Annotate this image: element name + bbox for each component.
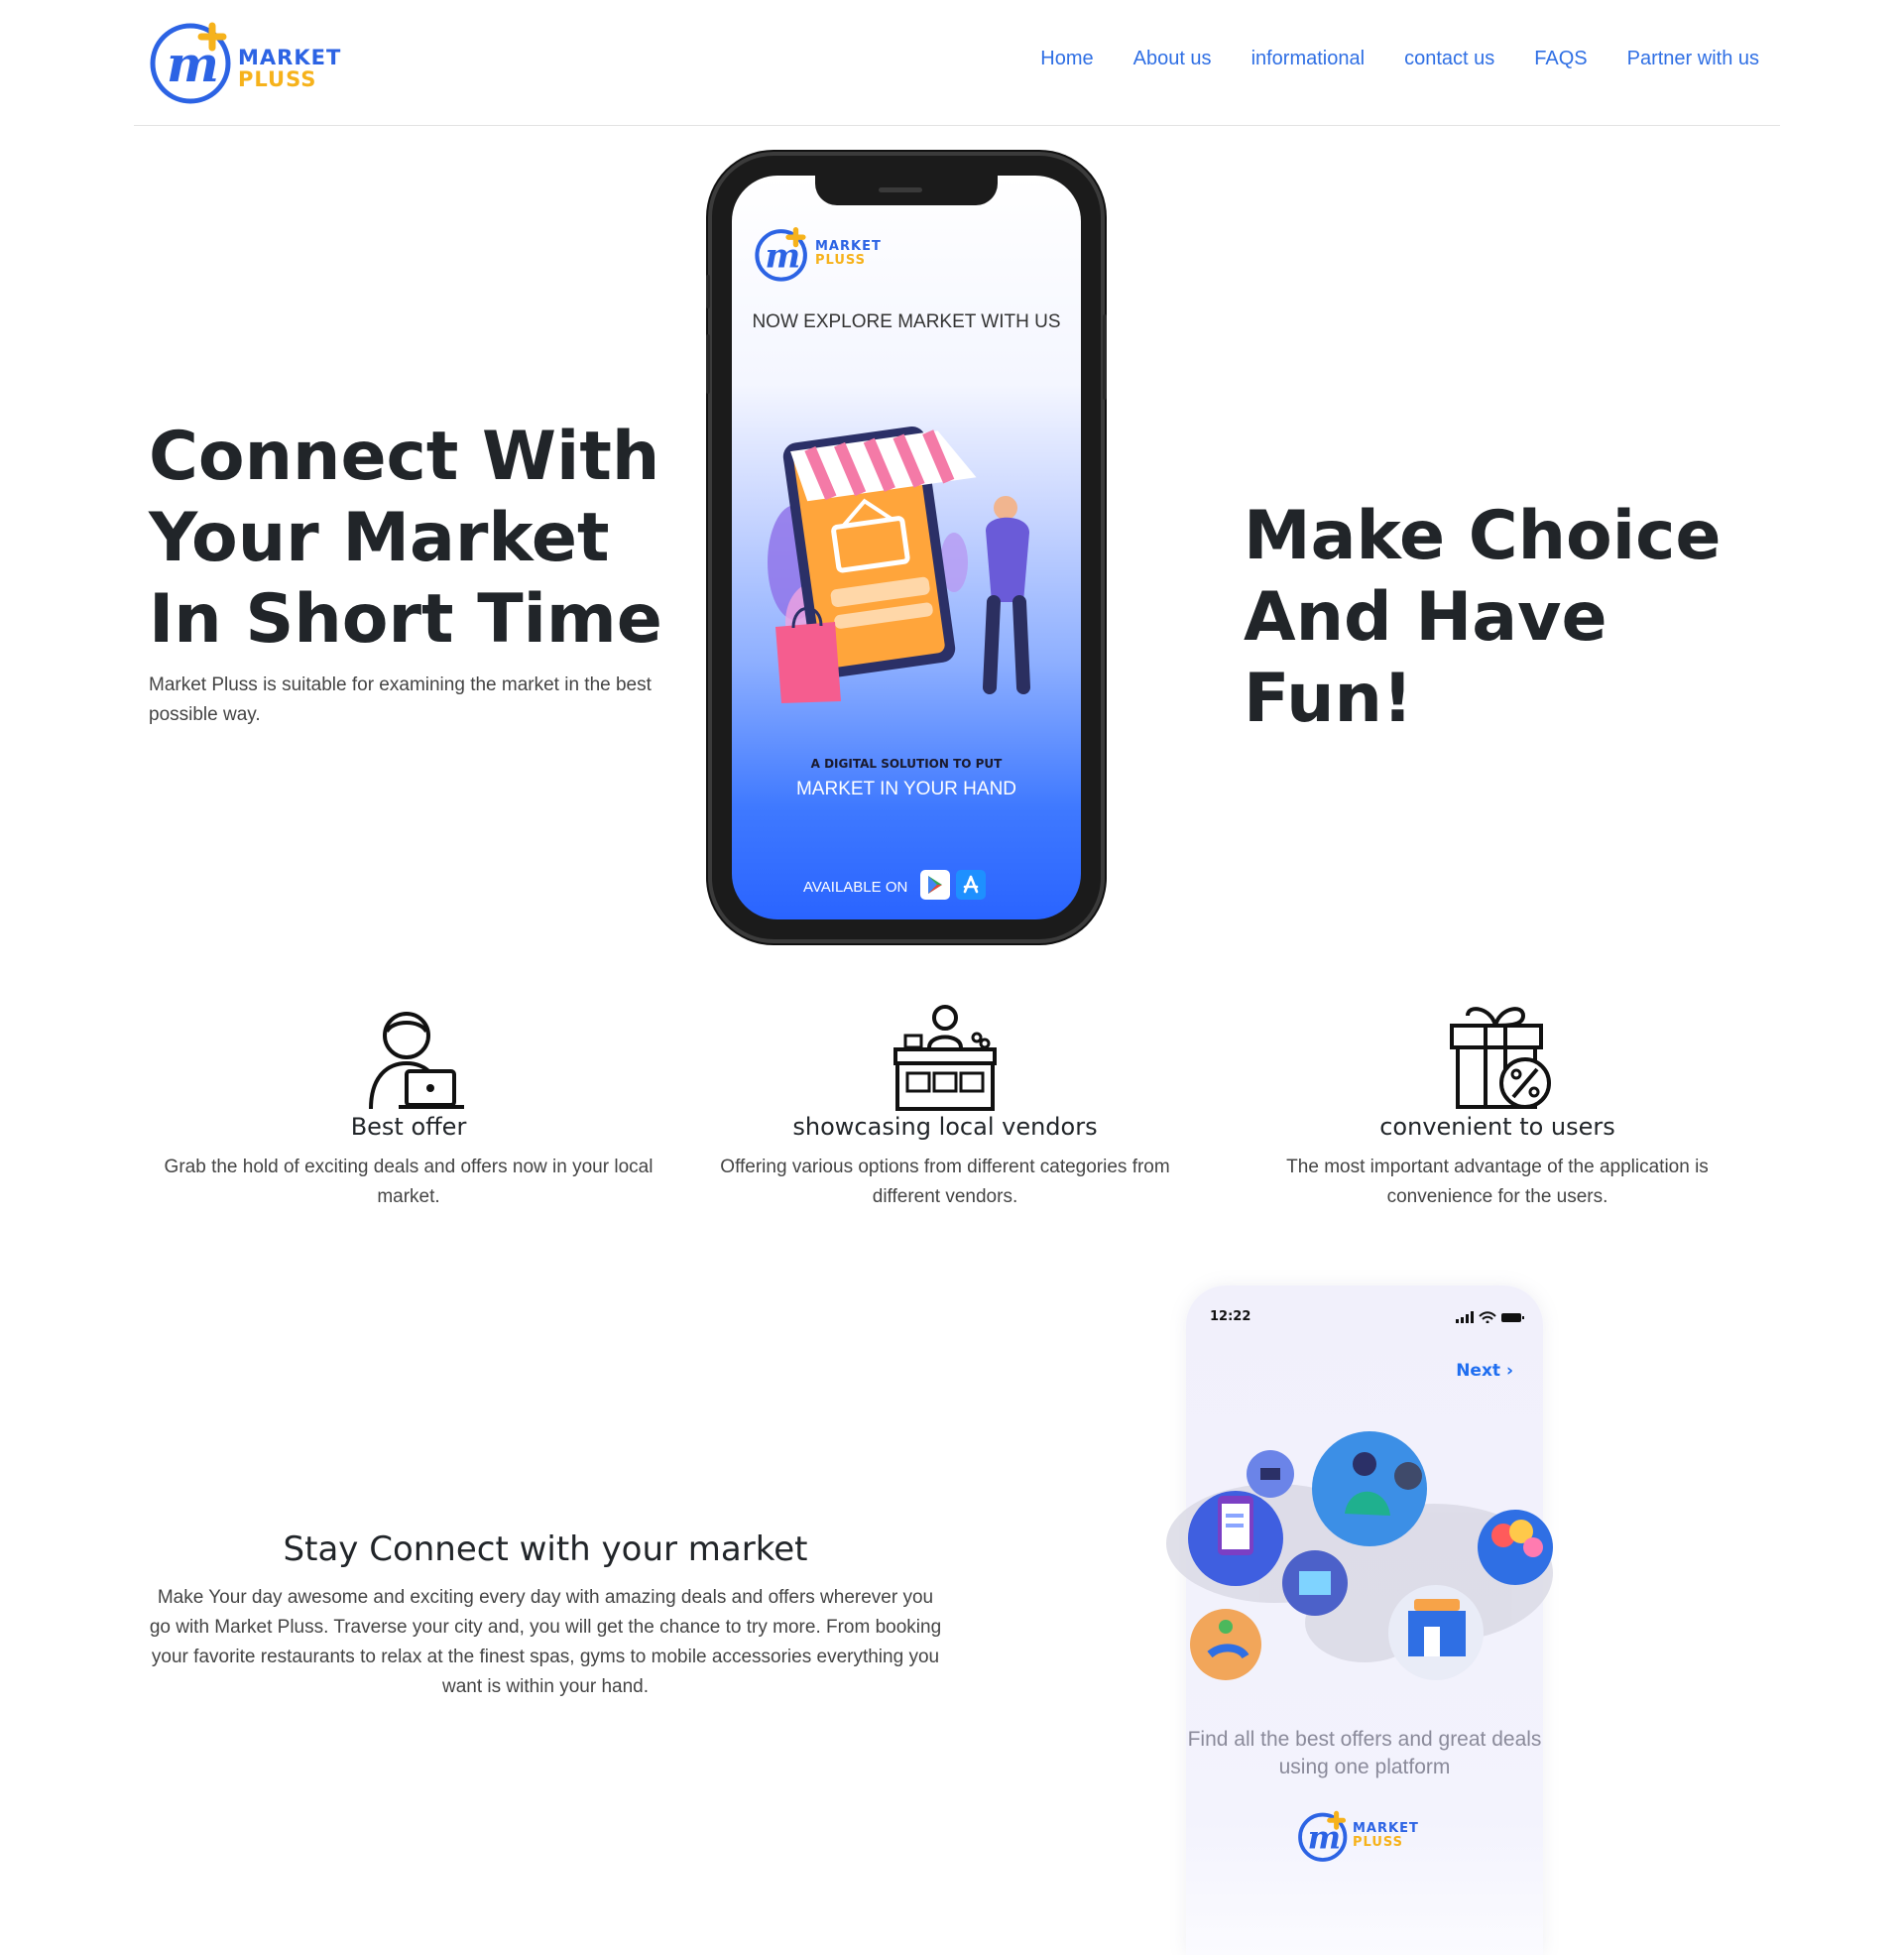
world-map-services-illustration	[1166, 1431, 1553, 1680]
app-store-icon[interactable]	[956, 870, 986, 900]
stay-connected-title: Stay Connect with your market	[283, 1529, 808, 1569]
support-agent-icon	[369, 1012, 464, 1110]
feature-title: Best offer	[350, 1113, 467, 1141]
nav-home[interactable]: Home	[1040, 48, 1093, 70]
next-label: Next	[1456, 1361, 1501, 1381]
main-nav: Home About us informational contact us F…	[1040, 48, 1759, 70]
phone-logo-text-top: MARKET	[815, 239, 882, 254]
brand-logo[interactable]: m MARKET PLUSS	[147, 16, 355, 107]
phone-side-button	[1103, 314, 1107, 400]
phone-headline: NOW EXPLORE MARKET WITH US	[752, 311, 1061, 332]
nav-about-us[interactable]: About us	[1133, 48, 1212, 70]
hero-phone-mockup: m MARKET PLUSS NOW EXPLORE MARKET WITH U…	[706, 156, 1107, 939]
header-divider	[134, 125, 1780, 126]
onboarding-logo-text-top: MARKET	[1353, 1821, 1419, 1836]
next-button[interactable]: Next ›	[1456, 1361, 1513, 1381]
available-on-label: AVAILABLE ON	[803, 879, 908, 896]
feature-local-vendors: showcasing local vendors Offering variou…	[697, 1002, 1193, 1212]
phone-logo: m MARKET PLUSS	[752, 223, 900, 283]
phone-notch	[815, 176, 998, 205]
vendor-stall-icon	[893, 1005, 997, 1111]
status-time: 12:22	[1210, 1309, 1251, 1324]
phone-side-button	[706, 275, 710, 308]
nav-faqs[interactable]: FAQS	[1534, 48, 1587, 70]
logo-m-icon: m	[755, 227, 807, 282]
feature-convenient: convenient to users The most important a…	[1250, 1002, 1745, 1212]
chevron-right-icon: ›	[1505, 1361, 1513, 1381]
stay-connected-text: Make Your day awesome and exciting every…	[149, 1587, 942, 1697]
logo-m-icon: m	[1298, 1810, 1348, 1862]
logo-m-icon: m	[150, 22, 231, 104]
feature-text: Offering various options from different …	[720, 1157, 1170, 1207]
feature-title: showcasing local vendors	[792, 1113, 1098, 1141]
feature-text: The most important advantage of the appl…	[1286, 1157, 1709, 1207]
onboarding-logo: m MARKET PLUSS	[1295, 1807, 1434, 1867]
shopping-illustration	[768, 426, 1030, 703]
phone-mainline: MARKET IN YOUR HAND	[795, 779, 1017, 799]
logo-text-top: MARKET	[238, 46, 342, 69]
hero-tagline: Make Choice And Have Fun!	[1244, 497, 1722, 738]
onboarding-caption: Find all the best offers and great deals…	[1187, 1728, 1542, 1778]
phone-logo-text-bottom: PLUSS	[815, 253, 867, 268]
logo-text-bottom: PLUSS	[238, 67, 317, 91]
feature-best-offer: Best offer Grab the hold of exciting dea…	[161, 1002, 656, 1212]
gift-discount-icon	[1450, 1007, 1551, 1109]
phone-side-button	[706, 334, 710, 394]
phone-subline: A DIGITAL SOLUTION TO PUT	[810, 757, 1003, 771]
onboarding-logo-text-bottom: PLUSS	[1353, 1835, 1404, 1850]
onboarding-phone-mockup: 12:22 Next › Find all the best offers an…	[1166, 1285, 1553, 1955]
feature-title: convenient to users	[1379, 1113, 1615, 1141]
hero-title: Connect With Your Market In Short Time	[149, 418, 662, 659]
google-play-icon[interactable]	[920, 870, 950, 900]
nav-contact-us[interactable]: contact us	[1404, 48, 1494, 70]
nav-informational[interactable]: informational	[1251, 48, 1366, 70]
phone-screen: m MARKET PLUSS NOW EXPLORE MARKET WITH U…	[732, 176, 1081, 919]
status-icons	[1456, 1311, 1524, 1323]
hero-description: Market Pluss is suitable for examining t…	[149, 674, 652, 725]
feature-text: Grab the hold of exciting deals and offe…	[164, 1157, 654, 1207]
nav-partner-with-us[interactable]: Partner with us	[1627, 48, 1759, 70]
